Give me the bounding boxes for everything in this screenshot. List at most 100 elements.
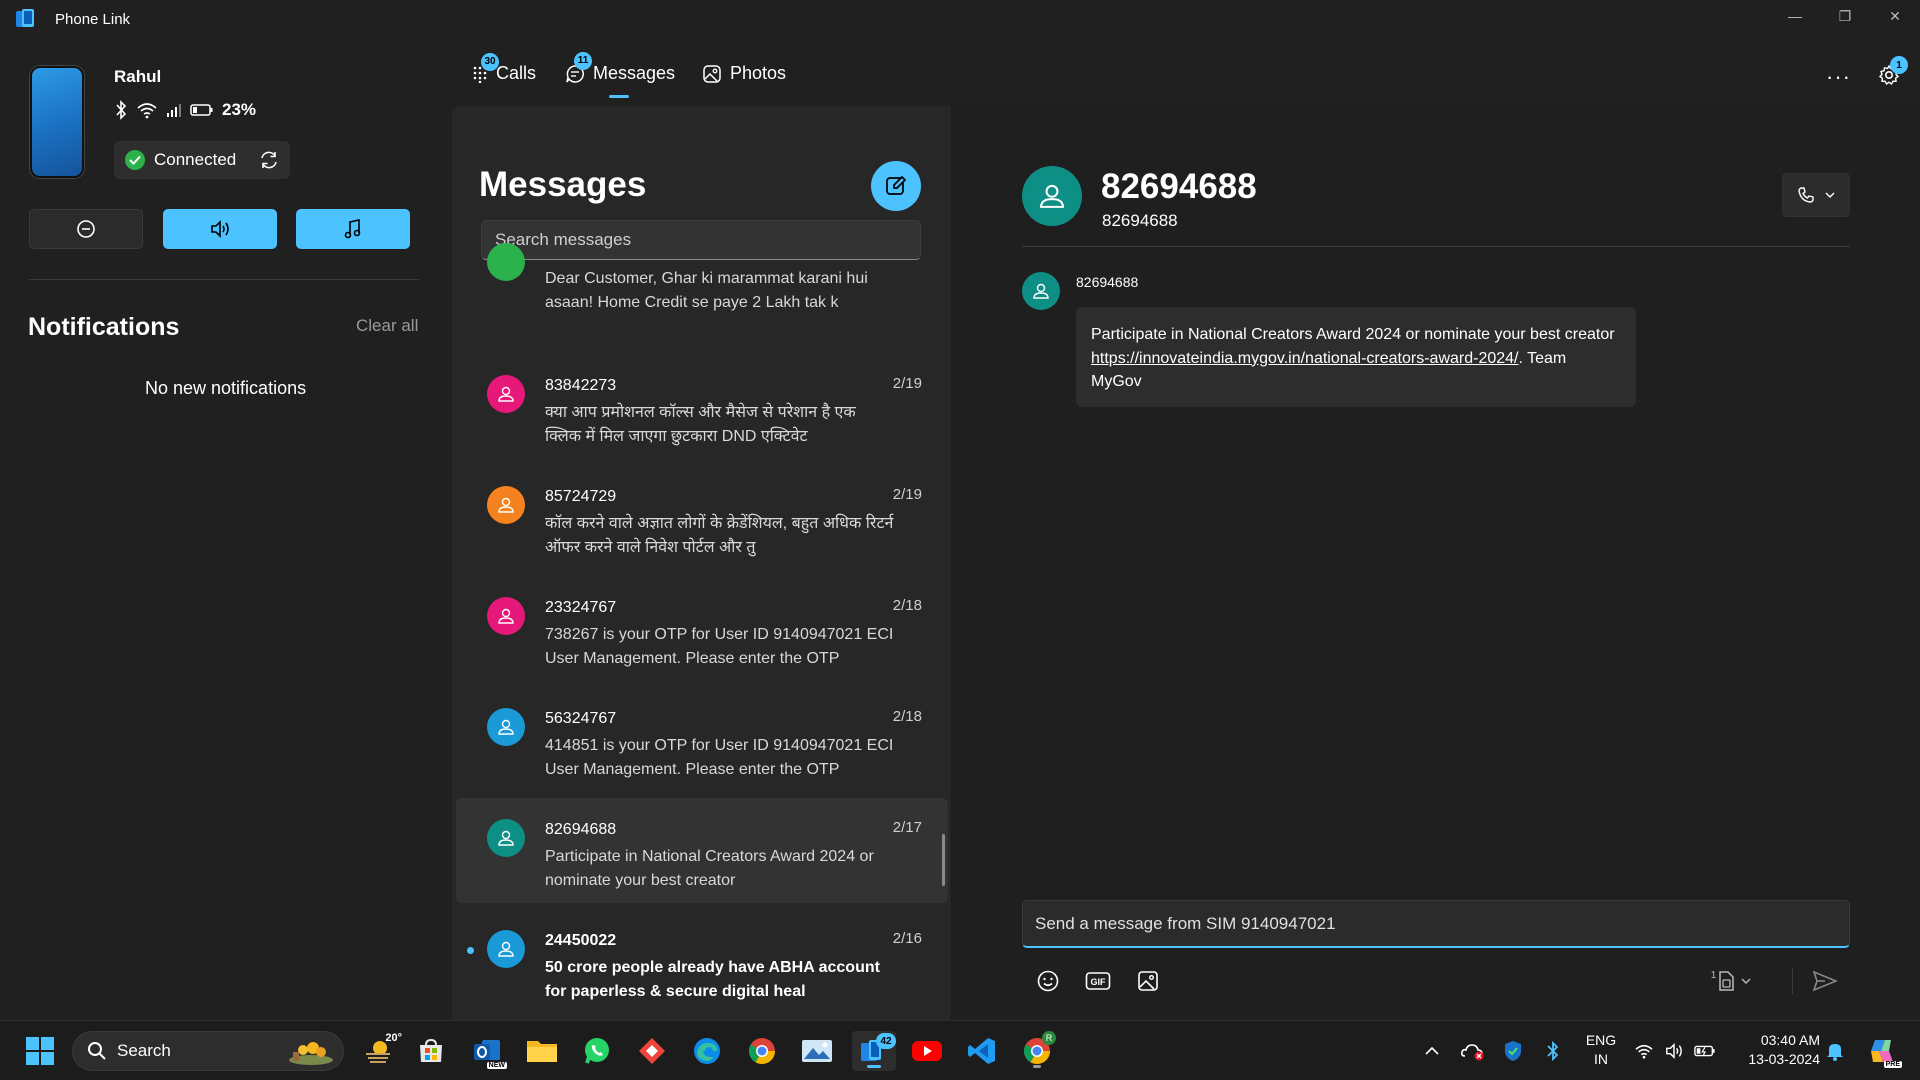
- bluetooth-tray-button[interactable]: [1535, 1031, 1571, 1071]
- person-icon: [498, 830, 514, 846]
- phone-icon: [1797, 186, 1815, 204]
- vscode-button[interactable]: [962, 1031, 1002, 1071]
- do-not-disturb-button[interactable]: [29, 209, 143, 249]
- search-messages-input[interactable]: [495, 230, 920, 250]
- chrome-profile-button[interactable]: R: [1017, 1031, 1057, 1071]
- search-highlight-icon: [281, 1036, 335, 1066]
- conversation-name: 23324767: [545, 599, 617, 616]
- avatar: [487, 930, 525, 968]
- avatar: [487, 243, 525, 281]
- taskbar-search[interactable]: Search: [72, 1031, 344, 1071]
- more-options-button[interactable]: ···: [1826, 64, 1851, 90]
- language-indicator[interactable]: ENG IN: [1580, 1031, 1622, 1069]
- tab-calls[interactable]: 30 Calls: [472, 52, 536, 84]
- profile-badge: R: [1042, 1031, 1056, 1045]
- clear-all-button[interactable]: Clear all: [356, 316, 418, 336]
- show-hidden-icons-button[interactable]: [1414, 1031, 1450, 1071]
- notifications-title: Notifications: [28, 313, 180, 341]
- weather-temp: 20°: [385, 1032, 402, 1044]
- compose-box[interactable]: [1022, 900, 1850, 948]
- preview-tag: PRE: [1883, 1061, 1902, 1068]
- close-icon: ✕: [1889, 7, 1901, 24]
- conversation-item[interactable]: 23324767 2/18 738267 is your OTP for Use…: [456, 580, 948, 685]
- notification-center-button[interactable]: [1820, 1031, 1850, 1071]
- conversation-preview: 414851 is your OTP for User ID 914094702…: [545, 737, 894, 778]
- device-name: Rahul: [114, 67, 162, 86]
- conversation-item[interactable]: 85724729 2/19 कॉल करने वाले अज्ञात लोगों…: [456, 469, 948, 574]
- active-tab-indicator: [609, 95, 629, 98]
- minimize-icon: —: [1788, 8, 1802, 24]
- battery-icon: [190, 102, 214, 118]
- person-icon: [498, 497, 514, 513]
- conversation-item[interactable]: Dear Customer, Ghar ki marammat karani h…: [456, 243, 948, 372]
- wifi-icon: [1634, 1043, 1654, 1059]
- conversation-pane: [953, 106, 1920, 1020]
- messages-list-title: Messages: [479, 165, 647, 204]
- messages-list-panel: Messages Dear Customer, Ghar ki marammat…: [452, 106, 952, 1020]
- chrome-button[interactable]: [742, 1031, 782, 1071]
- avatar: [487, 597, 525, 635]
- no-notifications-text: No new notifications: [145, 378, 307, 398]
- tab-photos[interactable]: Photos: [702, 63, 786, 84]
- taskbar: Search 20° NEW 42 R ENG IN 03:40 AM 13-0…: [0, 1020, 1920, 1080]
- minimize-button[interactable]: —: [1770, 0, 1820, 32]
- audio-player-button[interactable]: [296, 209, 410, 249]
- image-button[interactable]: [1133, 966, 1163, 996]
- new-message-button[interactable]: [871, 161, 921, 211]
- conversation-date: 2/16: [892, 930, 922, 947]
- microsoft-store-button[interactable]: [411, 1031, 451, 1071]
- tab-messages[interactable]: 11 Messages: [565, 51, 675, 84]
- outlook-button[interactable]: NEW: [467, 1031, 507, 1071]
- conversation-item[interactable]: 83842273 2/19 क्या आप प्रमोशनल कॉल्स और …: [456, 358, 948, 463]
- send-button[interactable]: [1810, 966, 1840, 996]
- chat-icon: 11: [565, 51, 592, 84]
- photos-app-button[interactable]: [797, 1031, 837, 1071]
- copilot-button[interactable]: PRE: [1862, 1031, 1902, 1071]
- weather-widget[interactable]: 20°: [356, 1031, 402, 1071]
- phone-image: [30, 66, 84, 178]
- message-link[interactable]: https://innovateindia.mygov.in/national-…: [1091, 350, 1519, 367]
- connection-status: Connected: [114, 141, 290, 179]
- folder-icon: [526, 1038, 558, 1064]
- gif-button[interactable]: GIF: [1083, 966, 1113, 996]
- clock[interactable]: 03:40 AM 13-03-2024: [1728, 1031, 1820, 1069]
- security-tray-button[interactable]: [1495, 1031, 1531, 1071]
- edge-button[interactable]: [687, 1031, 727, 1071]
- conversation-name: 83842273: [545, 377, 617, 394]
- conversation-item[interactable]: 56324767 2/18 414851 is your OTP for Use…: [456, 691, 948, 796]
- refresh-icon[interactable]: [258, 149, 280, 171]
- edge-icon: [692, 1036, 722, 1066]
- quick-settings-button[interactable]: [1630, 1031, 1720, 1071]
- conversation-item-selected[interactable]: 82694688 2/17 Participate in National Cr…: [456, 798, 948, 903]
- unread-indicator: [467, 947, 474, 954]
- volume-button[interactable]: [163, 209, 277, 249]
- phone-link-taskbar-button[interactable]: 42: [852, 1031, 896, 1071]
- avatar: [487, 375, 525, 413]
- conversation-date: 2/19: [892, 486, 922, 503]
- device-status-row: 23%: [114, 100, 256, 120]
- sim-selector-button[interactable]: 1: [1708, 966, 1754, 996]
- onedrive-tray-button[interactable]: [1455, 1031, 1491, 1071]
- whatsapp-button[interactable]: [577, 1031, 617, 1071]
- conversation-date: 2/19: [892, 375, 922, 392]
- call-button[interactable]: [1782, 173, 1850, 217]
- bluetooth-icon: [114, 100, 128, 120]
- restore-button[interactable]: ❐: [1820, 0, 1870, 32]
- phone-link-app-icon: [16, 9, 38, 29]
- music-note-icon: [343, 218, 363, 240]
- message-input[interactable]: [1035, 913, 1849, 934]
- speaker-icon: [209, 219, 231, 239]
- file-explorer-button[interactable]: [522, 1031, 562, 1071]
- emoji-button[interactable]: [1033, 966, 1063, 996]
- conversation-preview: Participate in National Creators Award 2…: [545, 848, 874, 889]
- youtube-button[interactable]: [907, 1031, 947, 1071]
- list-scrollbar[interactable]: [942, 834, 945, 886]
- tab-photos-label: Photos: [730, 63, 787, 83]
- search-messages-box[interactable]: [481, 220, 921, 260]
- bluetooth-icon: [1545, 1040, 1561, 1062]
- conversation-item-unread[interactable]: 24450022 2/16 50 crore people already ha…: [456, 913, 948, 1018]
- anydesk-button[interactable]: [632, 1031, 672, 1071]
- close-button[interactable]: ✕: [1870, 0, 1920, 32]
- start-button[interactable]: [20, 1031, 60, 1071]
- do-not-disturb-icon: [76, 219, 96, 239]
